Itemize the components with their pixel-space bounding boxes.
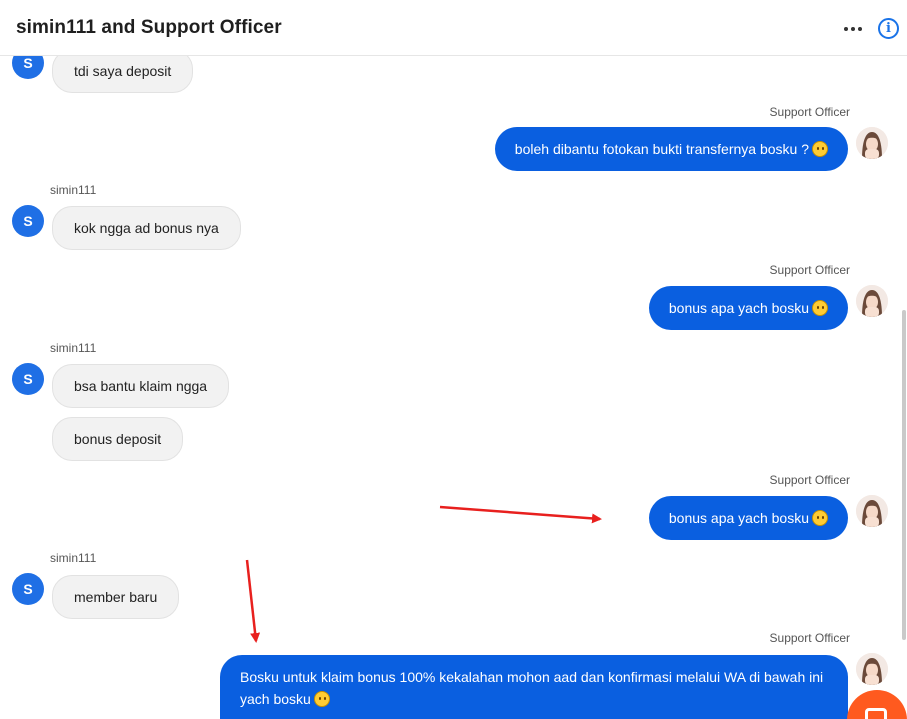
annotation-arrow-down — [245, 559, 261, 643]
user-avatar: S — [12, 363, 44, 395]
sender-name: Support Officer — [769, 473, 850, 487]
chat-launcher-icon — [865, 708, 887, 719]
sender-name: Support Officer — [769, 631, 850, 645]
outgoing-message: bonus apa yach bosku — [648, 286, 848, 330]
chat-launcher-button[interactable] — [847, 690, 907, 719]
incoming-message: bonus deposit — [52, 417, 184, 461]
chat-header: simin111 and Support Officer i — [0, 0, 907, 56]
message-text: boleh dibantu fotokan bukti transfernya … — [514, 141, 809, 157]
smile-emoji-icon — [313, 691, 330, 707]
user-avatar: S — [12, 573, 44, 605]
agent-avatar — [856, 653, 888, 685]
annotation-arrow-right — [439, 505, 602, 524]
message-text: bonus apa yach bosku — [668, 510, 809, 526]
info-icon[interactable]: i — [878, 18, 899, 39]
outgoing-message: bonus apa yach bosku — [648, 496, 848, 540]
more-options-icon[interactable] — [840, 18, 866, 40]
sender-name: simin111 — [50, 183, 97, 197]
sender-name: simin111 — [50, 551, 97, 565]
outgoing-message: Bosku untuk klaim bonus 100% kekalahan m… — [220, 655, 848, 719]
agent-avatar — [856, 285, 888, 317]
incoming-message: bsa bantu klaim ngga — [52, 364, 230, 408]
agent-avatar — [856, 127, 888, 159]
sender-name: Support Officer — [769, 263, 850, 277]
chat-window: simin111 and Support Officer i S tdi say… — [0, 0, 907, 719]
message-text: bonus apa yach bosku — [668, 300, 809, 316]
smile-emoji-icon — [812, 141, 828, 157]
smile-emoji-icon — [812, 510, 828, 526]
sender-name: simin111 — [50, 341, 97, 355]
outgoing-message: boleh dibantu fotokan bukti transfernya … — [494, 127, 848, 171]
scrollbar-thumb[interactable] — [902, 310, 906, 640]
incoming-message: member baru — [52, 575, 180, 619]
conversation-title: simin111 and Support Officer — [16, 17, 282, 38]
user-avatar: S — [12, 205, 44, 237]
incoming-message: kok ngga ad bonus nya — [52, 206, 241, 250]
agent-avatar — [856, 495, 888, 527]
sender-name: Support Officer — [769, 105, 850, 119]
smile-emoji-icon — [812, 300, 828, 316]
